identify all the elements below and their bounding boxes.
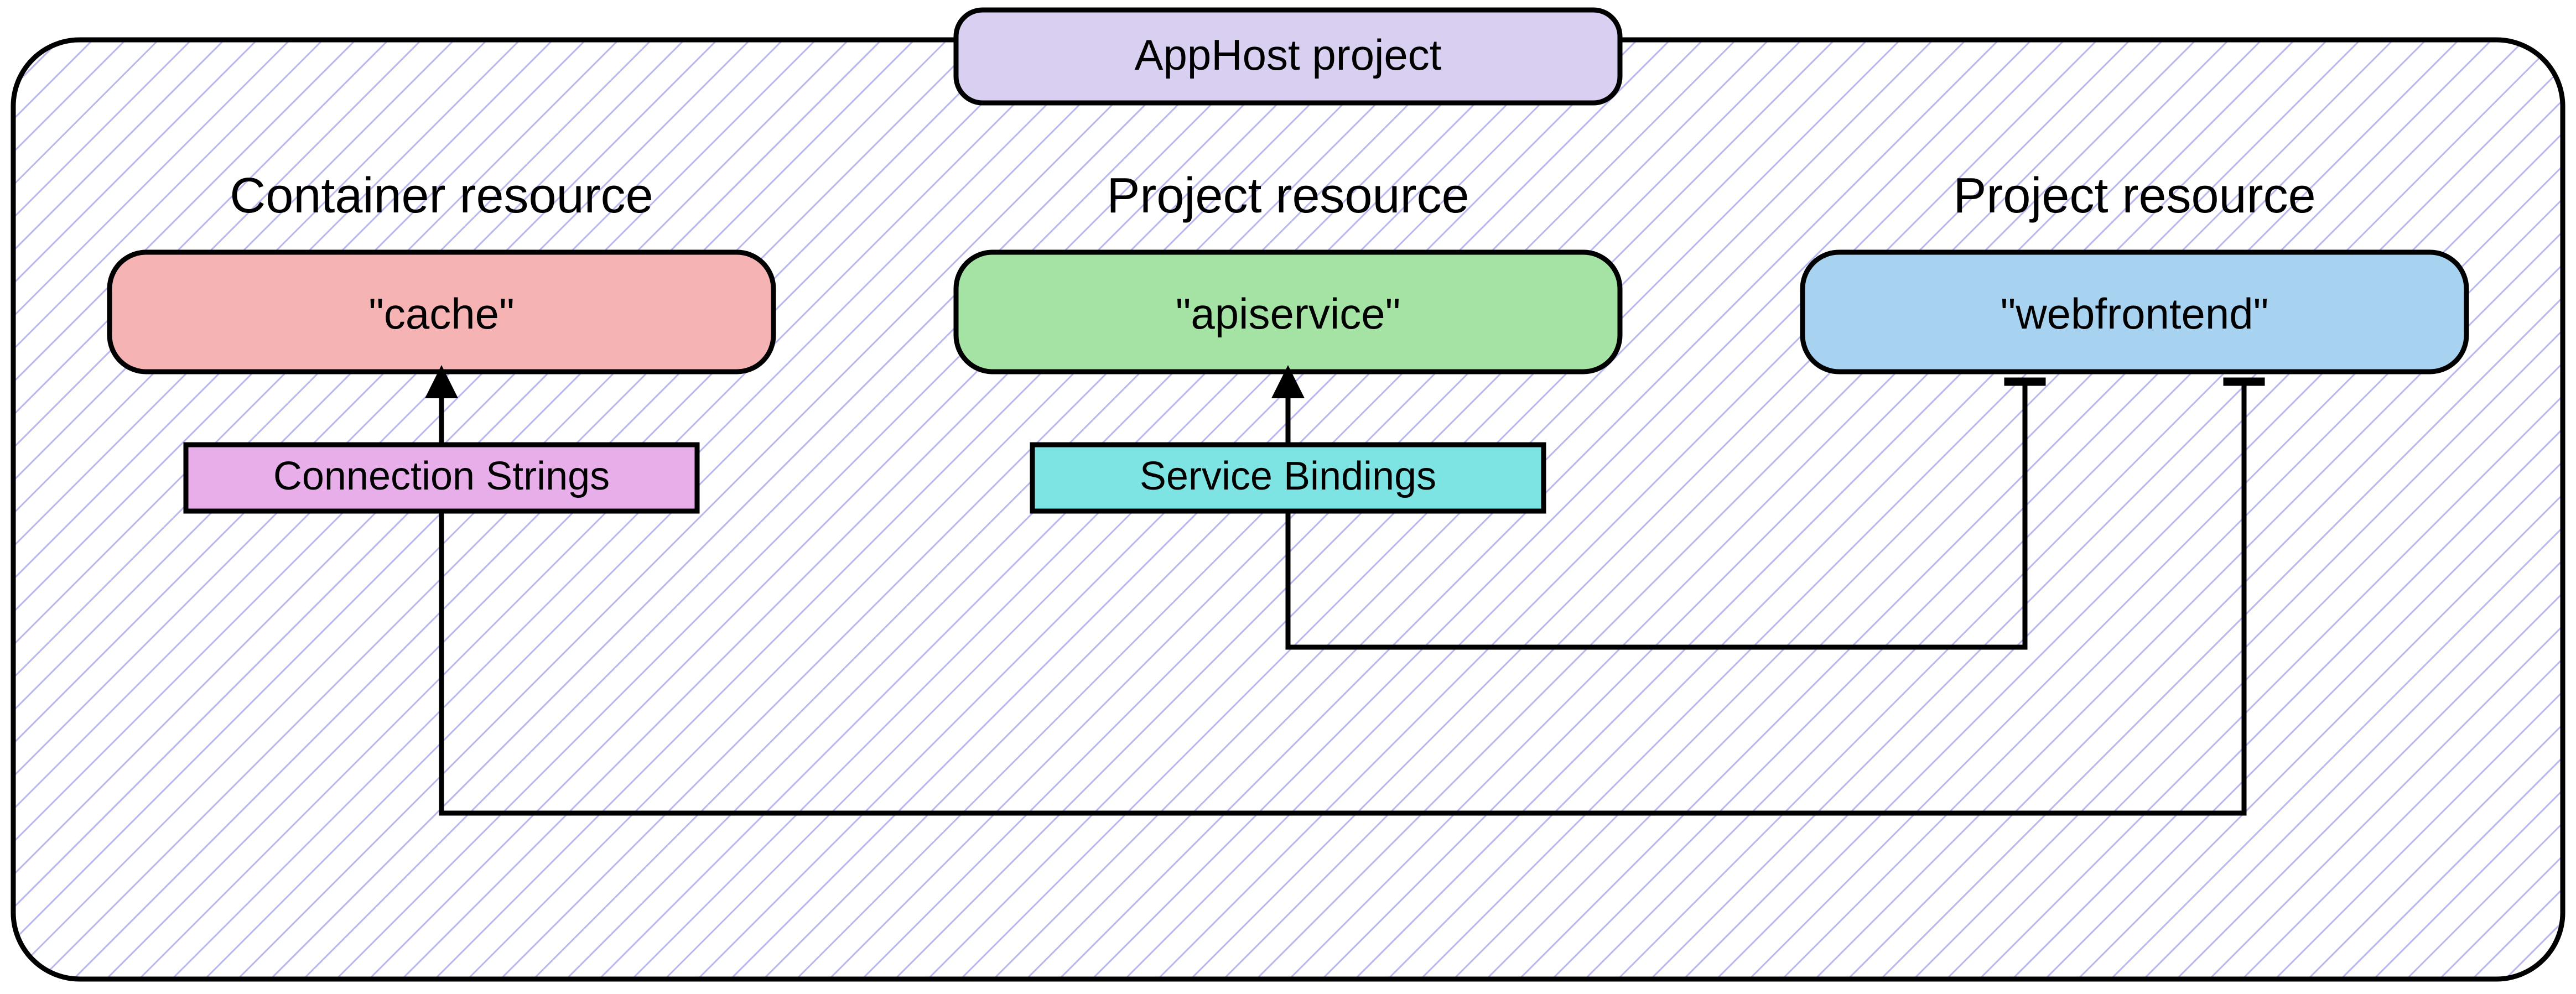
col2-heading: Project resource: [1107, 168, 1469, 223]
apphost-diagram: AppHost project Container resource "cach…: [0, 0, 2576, 994]
col1-heading: Container resource: [230, 168, 653, 223]
connection-strings-label: Connection Strings: [186, 445, 697, 511]
cache-label: "cache": [368, 289, 515, 338]
service-bindings-text: Service Bindings: [1140, 454, 1436, 498]
connection-strings-text: Connection Strings: [273, 454, 610, 498]
apiservice-label: "apiservice": [1176, 289, 1401, 338]
col3-heading: Project resource: [1953, 168, 2315, 223]
title-badge: AppHost project: [956, 10, 1620, 103]
webfrontend-label: "webfrontend": [2001, 289, 2269, 338]
service-bindings-label: Service Bindings: [1032, 445, 1544, 511]
title-text: AppHost project: [1135, 30, 1442, 79]
